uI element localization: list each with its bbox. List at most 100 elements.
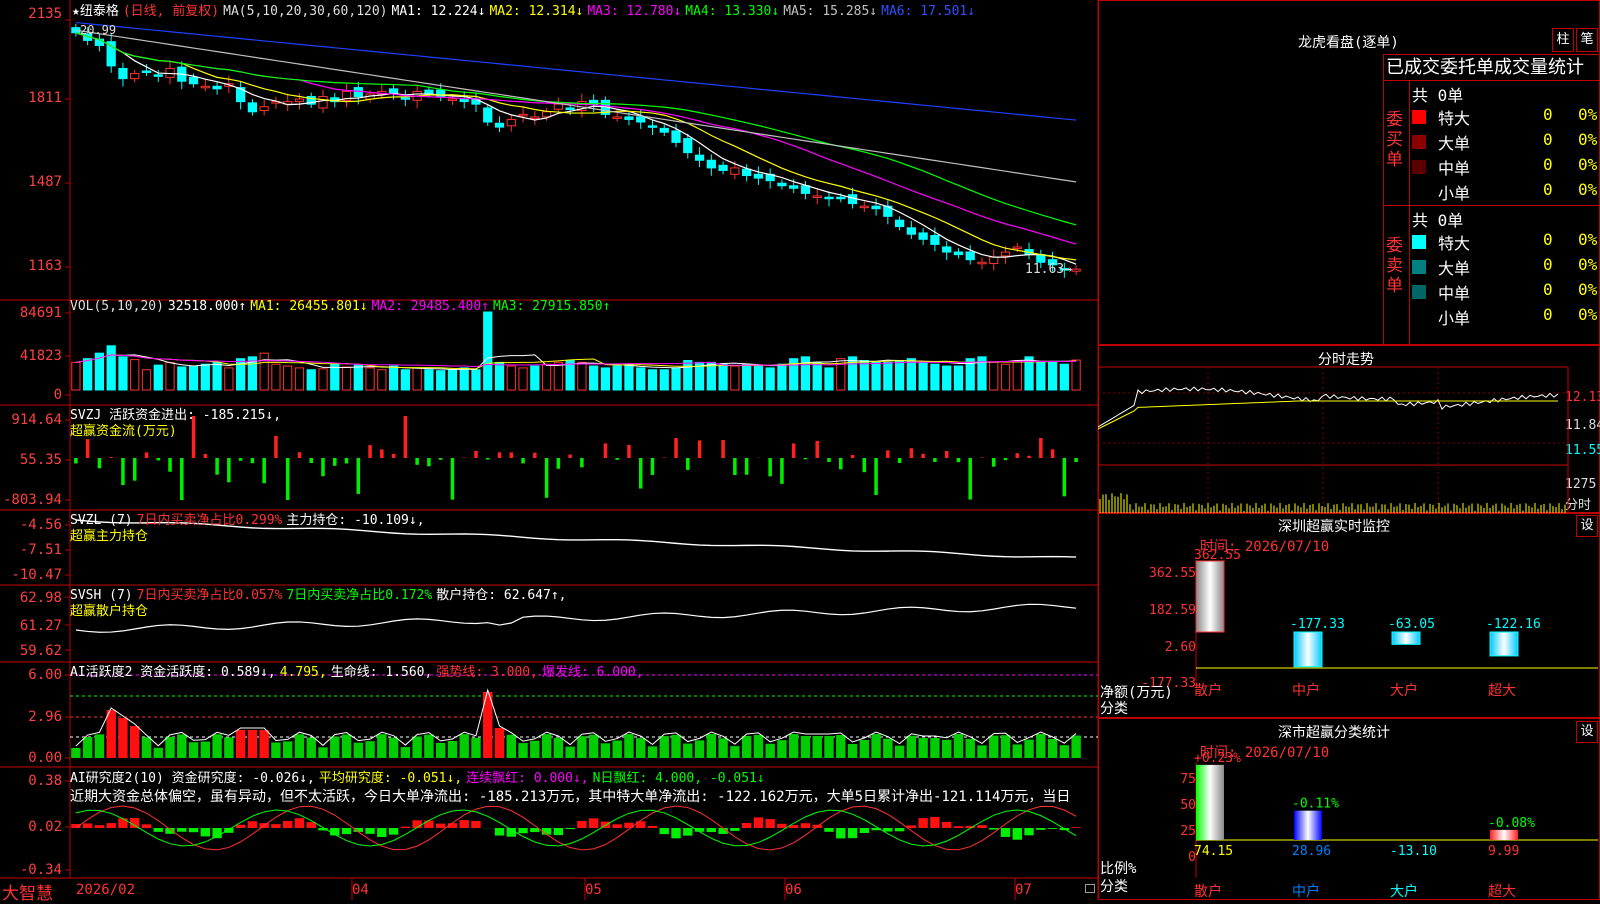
activity-bar (283, 741, 292, 758)
research-bar (848, 828, 857, 838)
ai2-axis-1: 0.02 (0, 819, 62, 835)
buy-total: 共 0单 (1412, 82, 1463, 106)
research-bar (612, 824, 621, 828)
svzl-hold: 主力持仓: -10.109↓, (286, 513, 424, 528)
ai1-header: AI活跃度2 资金活跃度: 0.589↓,4.795,生命线: 1.560,强势… (70, 661, 648, 680)
volume-bar (342, 367, 350, 390)
candle (119, 68, 127, 78)
volume-bar (825, 368, 833, 390)
stock-title[interactable]: ★纽泰格 (72, 4, 119, 19)
activity-bar (165, 737, 174, 758)
activity-bar (318, 747, 327, 758)
fundflow-bar (333, 458, 337, 466)
sell-swatch-0 (1412, 235, 1426, 249)
fundflow-bar (227, 458, 231, 482)
volume-bar (578, 362, 586, 390)
sell-row-value-3: 0 (1543, 305, 1553, 324)
svzl-pct: 7日内买卖净占比0.299% (137, 513, 283, 528)
monitor-bar (1490, 632, 1518, 656)
fundflow-bar (274, 436, 278, 458)
research-bar (683, 828, 692, 836)
vol-axis-2: 0 (0, 387, 62, 403)
volume-bar (754, 366, 762, 390)
ai2-axis-2: -0.34 (0, 862, 62, 878)
activity-bar (495, 728, 504, 758)
activity-bar (824, 736, 833, 758)
ai1-axis-0: 6.00 (0, 667, 62, 683)
tick-mode-button[interactable]: 笔 (1576, 28, 1598, 52)
candle (872, 206, 880, 209)
fundflow-bar (827, 458, 831, 462)
activity-bar (836, 735, 845, 758)
activity-bar (989, 736, 998, 758)
candle (919, 233, 927, 239)
candle (142, 71, 150, 73)
buy-side-label: 委买单 (1386, 110, 1406, 170)
volume-bar (131, 360, 139, 390)
fundflow-bar (698, 440, 702, 458)
activity-bar (530, 741, 539, 758)
main-chart-area[interactable] (0, 0, 1100, 900)
research-bar (95, 825, 104, 828)
activity-bar (648, 746, 657, 758)
activity-bar (930, 738, 939, 758)
activity-bar (518, 743, 527, 758)
activity-bar (448, 741, 457, 758)
activity-bar (1013, 744, 1022, 758)
candle (613, 117, 621, 119)
svsh-sub: 超赢散户持仓 (70, 600, 148, 619)
activity-bar (907, 736, 916, 758)
xaxis-label-0: 2026/02 (76, 882, 135, 898)
dragon-tabs[interactable]: 已成交委托单成交量统计 (1383, 54, 1600, 81)
activity-bar (695, 740, 704, 758)
activity-bar (942, 740, 951, 758)
buy-swatch-2 (1412, 160, 1426, 174)
research-bar (648, 826, 657, 828)
research-bar (930, 817, 939, 828)
research-bar (1001, 828, 1010, 837)
svzl-axis-1: -7.51 (0, 542, 62, 558)
buy-swatch-0 (1412, 110, 1426, 124)
buy-swatch-3 (1412, 185, 1426, 199)
activity-bar (307, 737, 316, 758)
fundflow-bar (1051, 449, 1055, 458)
buy-row-name-0: 特大 (1438, 105, 1470, 129)
buy-row-pct-0: 0% (1578, 105, 1597, 124)
volume-bar (719, 364, 727, 390)
fundflow-bar (74, 458, 78, 464)
candle (954, 252, 962, 255)
volume-bar (166, 362, 174, 390)
bar-mode-button[interactable]: 柱 (1552, 28, 1574, 52)
activity-bar (377, 734, 386, 758)
volume-bar (1060, 364, 1068, 390)
activity-bar (1024, 740, 1033, 758)
activity-bar (765, 744, 774, 758)
candle (519, 114, 527, 116)
activity-bar (507, 735, 516, 758)
vol-ma3: MA3: 27915.850↑ (493, 299, 610, 314)
activity-bar (966, 739, 975, 758)
fundflow-bar (204, 454, 208, 458)
volume-bar (213, 362, 221, 390)
fundflow-bar (604, 443, 608, 458)
volume-bar (601, 368, 609, 390)
sell-row-name-3: 小单 (1438, 305, 1470, 329)
price-axis-3: 1163 (0, 258, 62, 274)
activity-bar (542, 734, 551, 758)
volume-bar (425, 370, 433, 390)
sell-row-name-0: 特大 (1438, 230, 1470, 254)
research-bar (907, 825, 916, 828)
xaxis-label-1: 04 (352, 882, 369, 898)
ma2-value: MA2: 12.314↓ (489, 4, 583, 19)
volume-bar (672, 368, 680, 390)
ai1-axis-2: 0.00 (0, 750, 62, 766)
activity-bar (801, 736, 810, 758)
candle (648, 126, 656, 128)
fundflow-bar (404, 416, 408, 458)
volume-bar (84, 359, 92, 390)
fundflow-bar (168, 458, 172, 472)
vol-ma1: MA1: 26455.801↓ (250, 299, 367, 314)
activity-bar (389, 738, 398, 758)
lock-icon[interactable] (1085, 884, 1095, 893)
classify-top-label: -0.11% (1292, 797, 1339, 812)
